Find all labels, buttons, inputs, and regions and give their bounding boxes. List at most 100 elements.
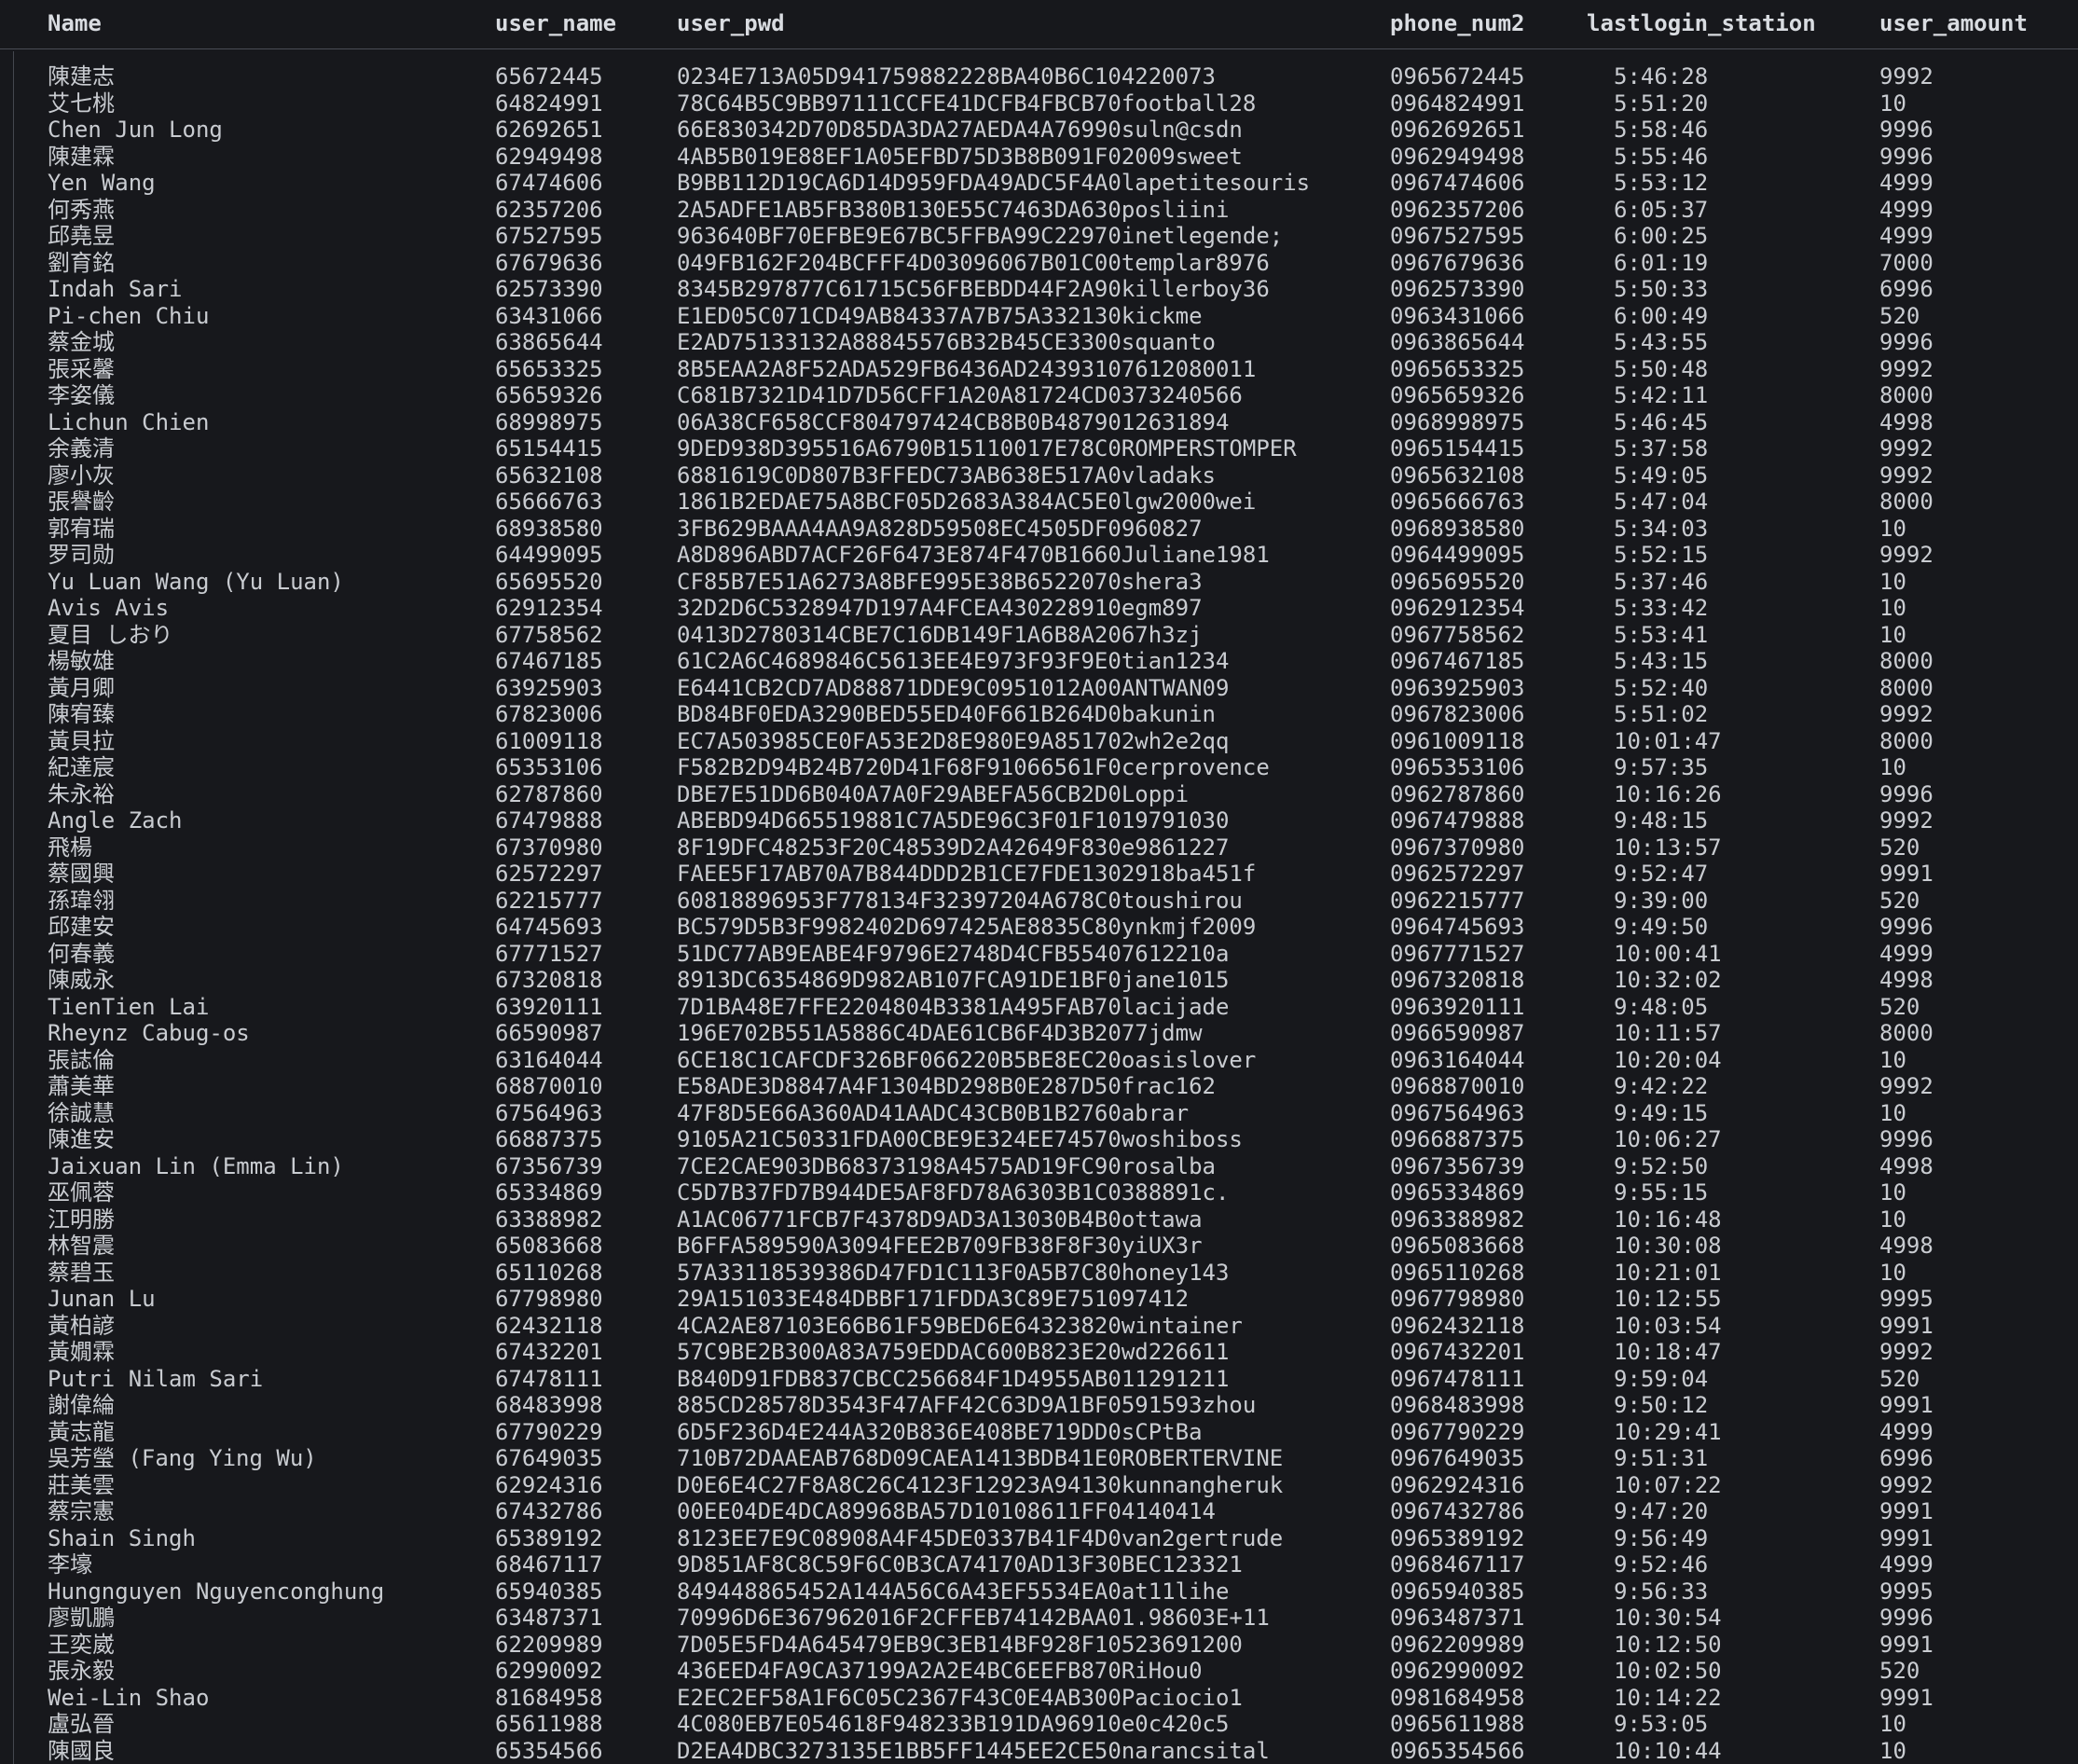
table-row[interactable]: Chen Jun Long 62692651 66E830342D70D85DA3D…: [0, 117, 2078, 144]
column-header-user-name[interactable]: user_name: [495, 9, 616, 37]
cell-name: 張誌倫: [48, 1046, 115, 1073]
table-row[interactable]: Lichun Chien 68998975 06A38CF658CCF8047974…: [0, 409, 2078, 436]
table-row[interactable]: 郭宥瑞 68938580 3FB629BAAA4AA9A828D59508EC450…: [0, 516, 2078, 543]
table-row[interactable]: 孫瑋翎 62215777 60818896953F778134F32397204A6…: [0, 888, 2078, 915]
cell-name: 孫瑋翎: [48, 887, 115, 914]
table-row[interactable]: Angle Zach 67479888 ABEBD94D665519881C7A5D…: [0, 807, 2078, 834]
cell-user-amount: 9991: [1879, 861, 1934, 887]
table-row[interactable]: Pi-chen Chiu 63431066 E1ED05C071CD49AB8433…: [0, 303, 2078, 330]
table-row[interactable]: 林智震 65083668 B6FFA589590A3094FEE2B709FB38F…: [0, 1233, 2078, 1260]
cell-name: Yu Luan Wang (Yu Luan): [48, 568, 344, 595]
cell-user-pwd: 8F19DFC48253F20C48539D2A42649F830e986122…: [677, 834, 1230, 861]
table-row[interactable]: Avis Avis 62912354 32D2D6C5328947D197A4FCE…: [0, 595, 2078, 622]
cell-user-amount: 9992: [1879, 1073, 1934, 1099]
table-row[interactable]: Rheynz Cabug-os 66590987 196E702B551A5886C…: [0, 1020, 2078, 1047]
table-row[interactable]: 黃柏諺 62432118 4CA2AE87103E66B61F59BED6E6432…: [0, 1313, 2078, 1340]
table-row[interactable]: 蔡金城 63865644 E2AD75133132A88845576B32B45CE…: [0, 329, 2078, 356]
table-header: Name user_name user_pwd phone_num2 lastl…: [0, 0, 2078, 49]
table-row[interactable]: 朱永裕 62787860 DBE7E51DD6B040A7A0F29ABEFA56C…: [0, 781, 2078, 808]
table-row[interactable]: 徐誠慧 67564963 47F8D5E66A360AD41AADC43CB0B1B…: [0, 1100, 2078, 1127]
cell-user-name: 65653325: [495, 355, 603, 382]
table-row[interactable]: 黃志龍 67790229 6D5F236D4E244A320B836E408BE71…: [0, 1419, 2078, 1446]
table-row[interactable]: 謝偉綸 68483998 885CD28578D3543F47AFF42C63D9A…: [0, 1392, 2078, 1419]
table-row[interactable]: 罗司勋 64499095 A8D896ABD7ACF26F6473E874F470B…: [0, 542, 2078, 569]
table-row[interactable]: Putri Nilam Sari 67478111 B840D91FDB837CBC…: [0, 1366, 2078, 1393]
table-row[interactable]: 艾七桃 64824991 78C64B5C9BB97111CCFE41DCFB4FB…: [0, 90, 2078, 117]
table-row[interactable]: 劉育銘 67679636 049FB162F204BCFFF4D03096067B0…: [0, 250, 2078, 277]
table-row[interactable]: 陳建霖 62949498 4AB5B019E88EF1A05EFBD75D3B8B0…: [0, 144, 2078, 171]
table-row[interactable]: 楊敏雄 67467185 61C2A6C4689846C5613EE4E973F93…: [0, 648, 2078, 675]
table-row[interactable]: 陳進安 66887375 9105A21C50331FDA00CBE9E324EE7…: [0, 1126, 2078, 1153]
table-row[interactable]: 黃貝拉 61009118 EC7A503985CE0FA53E2D8E980E9A8…: [0, 728, 2078, 755]
cell-lastlogin-station: 5:58:46: [1614, 117, 1709, 143]
table-row[interactable]: 盧弘晉 65611988 4C080EB7E054618F948233B191DA9…: [0, 1711, 2078, 1738]
table-row[interactable]: 李姿儀 65659326 C681B7321D41D7D56CFF1A20A8172…: [0, 382, 2078, 409]
cell-phone-num2: 0963865644: [1390, 329, 1525, 355]
table-row[interactable]: 張譽齡 65666763 1861B2EDAE75A8BCF05D2683A384A…: [0, 489, 2078, 516]
column-header-phone-num2[interactable]: phone_num2: [1390, 9, 1525, 37]
table-row[interactable]: Indah Sari 62573390 8345B297877C61715C56FB…: [0, 276, 2078, 303]
table-row[interactable]: Jaixuan Lin (Emma Lin) 67356739 7CE2CAE903…: [0, 1153, 2078, 1180]
cell-user-name: 67356739: [495, 1152, 603, 1179]
cell-user-amount: 520: [1879, 993, 1920, 1020]
table-row[interactable]: 巫佩蓉 65334869 C5D7B37FD7B944DE5AF8FD78A6303…: [0, 1179, 2078, 1206]
table-row[interactable]: 陳宥臻 67823006 BD84BF0EDA3290BED55ED40F661B2…: [0, 701, 2078, 728]
column-header-name[interactable]: Name: [48, 9, 102, 37]
cell-user-name: 65695520: [495, 568, 603, 595]
table-row[interactable]: 何秀燕 62357206 2A5ADFE1AB5FB380B130E55C7463D…: [0, 197, 2078, 224]
cell-user-amount: 8000: [1879, 489, 1934, 515]
cell-lastlogin-station: 5:43:55: [1614, 329, 1709, 355]
table-row[interactable]: 蔡國興 62572297 FAEE5F17AB70A7B844DDD2B1CE7FD…: [0, 861, 2078, 888]
table-row[interactable]: Shain Singh 65389192 8123EE7E9C08908A4F45D…: [0, 1525, 2078, 1552]
table-row[interactable]: TienTien Lai 63920111 7D1BA48E7FFE2204804B…: [0, 994, 2078, 1021]
table-row[interactable]: 邱堯昱 67527595 963640BF70EFBE9E67BC5FFBA99C2…: [0, 223, 2078, 250]
table-row[interactable]: 蔡宗憲 67432786 00EE04DE4DCA89968BA57D1010861…: [0, 1498, 2078, 1525]
cell-user-amount: 8000: [1879, 674, 1934, 701]
cell-user-name: 64824991: [495, 90, 603, 117]
table-row[interactable]: 黃月卿 63925903 E6441CB2CD7AD88871DDE9C095101…: [0, 675, 2078, 702]
table-row[interactable]: 蕭美華 68870010 E58ADE3D8847A4F1304BD298B0E28…: [0, 1073, 2078, 1100]
table-row[interactable]: Junan Lu 67798980 29A151033E484DBBF171FDDA…: [0, 1286, 2078, 1313]
table-row[interactable]: 余義清 65154415 9DED938D395516A6790B15110017E…: [0, 435, 2078, 462]
table-row[interactable]: Yu Luan Wang (Yu Luan) 65695520 CF85B7E51A…: [0, 569, 2078, 596]
table-row[interactable]: 廖小灰 65632108 6881619C0D807B3FFEDC73AB638E5…: [0, 462, 2078, 489]
table-row[interactable]: Wei-Lin Shao 81684958 E2EC2EF58A1F6C05C236…: [0, 1685, 2078, 1712]
table-row[interactable]: 陳國良 65354566 D2EA4DBC3273135E1BB5FF1445EE2…: [0, 1738, 2078, 1764]
table-row[interactable]: 江明勝 63388982 A1AC06771FCB7F4378D9AD3A13030…: [0, 1206, 2078, 1233]
table-row[interactable]: 王奕崴 62209989 7D05E5FD4A645479EB9C3EB14BF92…: [0, 1632, 2078, 1659]
cell-lastlogin-station: 6:05:37: [1614, 196, 1709, 223]
table-row[interactable]: 廖凱鵬 63487371 70996D6E367962016F2CFFEB74142…: [0, 1605, 2078, 1632]
cell-phone-num2: 0964745693: [1390, 914, 1525, 940]
cell-phone-num2: 0967798980: [1390, 1286, 1525, 1312]
cell-user-amount: 9991: [1879, 1524, 1934, 1551]
cell-lastlogin-station: 10:00:41: [1614, 940, 1722, 967]
table-row[interactable]: 黃嫺霖 67432201 57C9BE2B300A83A759EDDAC600B82…: [0, 1339, 2078, 1366]
table-row[interactable]: 吳芳瑩 (Fang Ying Wu) 67649035 710B72DAAEAB76…: [0, 1445, 2078, 1472]
cell-phone-num2: 0962692651: [1390, 117, 1525, 143]
cell-phone-num2: 0963920111: [1390, 993, 1525, 1020]
column-header-user-amount[interactable]: user_amount: [1879, 9, 2028, 37]
table-row[interactable]: 邱建安 64745693 BC579D5B3F9982402D697425AE883…: [0, 914, 2078, 941]
column-header-user-pwd[interactable]: user_pwd: [677, 9, 785, 37]
cell-user-name: 65083668: [495, 1233, 603, 1259]
column-header-lastlogin-station[interactable]: lastlogin_station: [1587, 9, 1816, 37]
table-row[interactable]: Yen Wang 67474606 B9BB112D19CA6D14D959FDA4…: [0, 170, 2078, 197]
table-row[interactable]: 張永毅 62990092 436EED4FA9CA37199A2A2E4BC6EEF…: [0, 1658, 2078, 1685]
table-row[interactable]: 飛楊 67370980 8F19DFC48253F20C48539D2A42649F…: [0, 834, 2078, 861]
table-row[interactable]: 張采馨 65653325 8B5EAA2A8F52ADA529FB6436AD243…: [0, 356, 2078, 383]
table-row[interactable]: 夏目 しおり 67758562 0413D2780314CBE7C16DB149F1…: [0, 622, 2078, 649]
table-row[interactable]: 紀達宸 65353106 F582B2D94B24B720D41F68F910665…: [0, 754, 2078, 781]
table-row[interactable]: 蔡碧玉 65110268 57A33118539386D47FD1C113F0A5B…: [0, 1260, 2078, 1287]
cell-lastlogin-station: 10:13:57: [1614, 834, 1722, 861]
table-row[interactable]: 陳建志 65672445 0234E713A05D941759882228BA40B…: [0, 63, 2078, 90]
cell-user-amount: 9996: [1879, 117, 1934, 143]
cell-user-name: 81684958: [495, 1684, 603, 1711]
table-row[interactable]: 李壕 68467117 9D851AF8C8C59F6C0B3CA74170AD13…: [0, 1551, 2078, 1578]
table-row[interactable]: 陳威永 67320818 8913DC6354869D982AB107FCA91DE…: [0, 967, 2078, 994]
cell-user-pwd: E1ED05C071CD49AB84337A7B75A332130kickme: [677, 302, 1203, 329]
cell-lastlogin-station: 9:39:00: [1614, 887, 1709, 914]
table-row[interactable]: 何春義 67771527 51DC77AB9EABE4F9796E2748D4CFB…: [0, 941, 2078, 968]
table-row[interactable]: Hungnguyen Nguyenconghung 65940385 8494488…: [0, 1578, 2078, 1606]
table-row[interactable]: 張誌倫 63164044 6CE18C1CAFCDF326BF066220B5BE8…: [0, 1047, 2078, 1074]
table-row[interactable]: 莊美雲 62924316 D0E6E4C27F8A8C26C4123F12923A9…: [0, 1472, 2078, 1499]
